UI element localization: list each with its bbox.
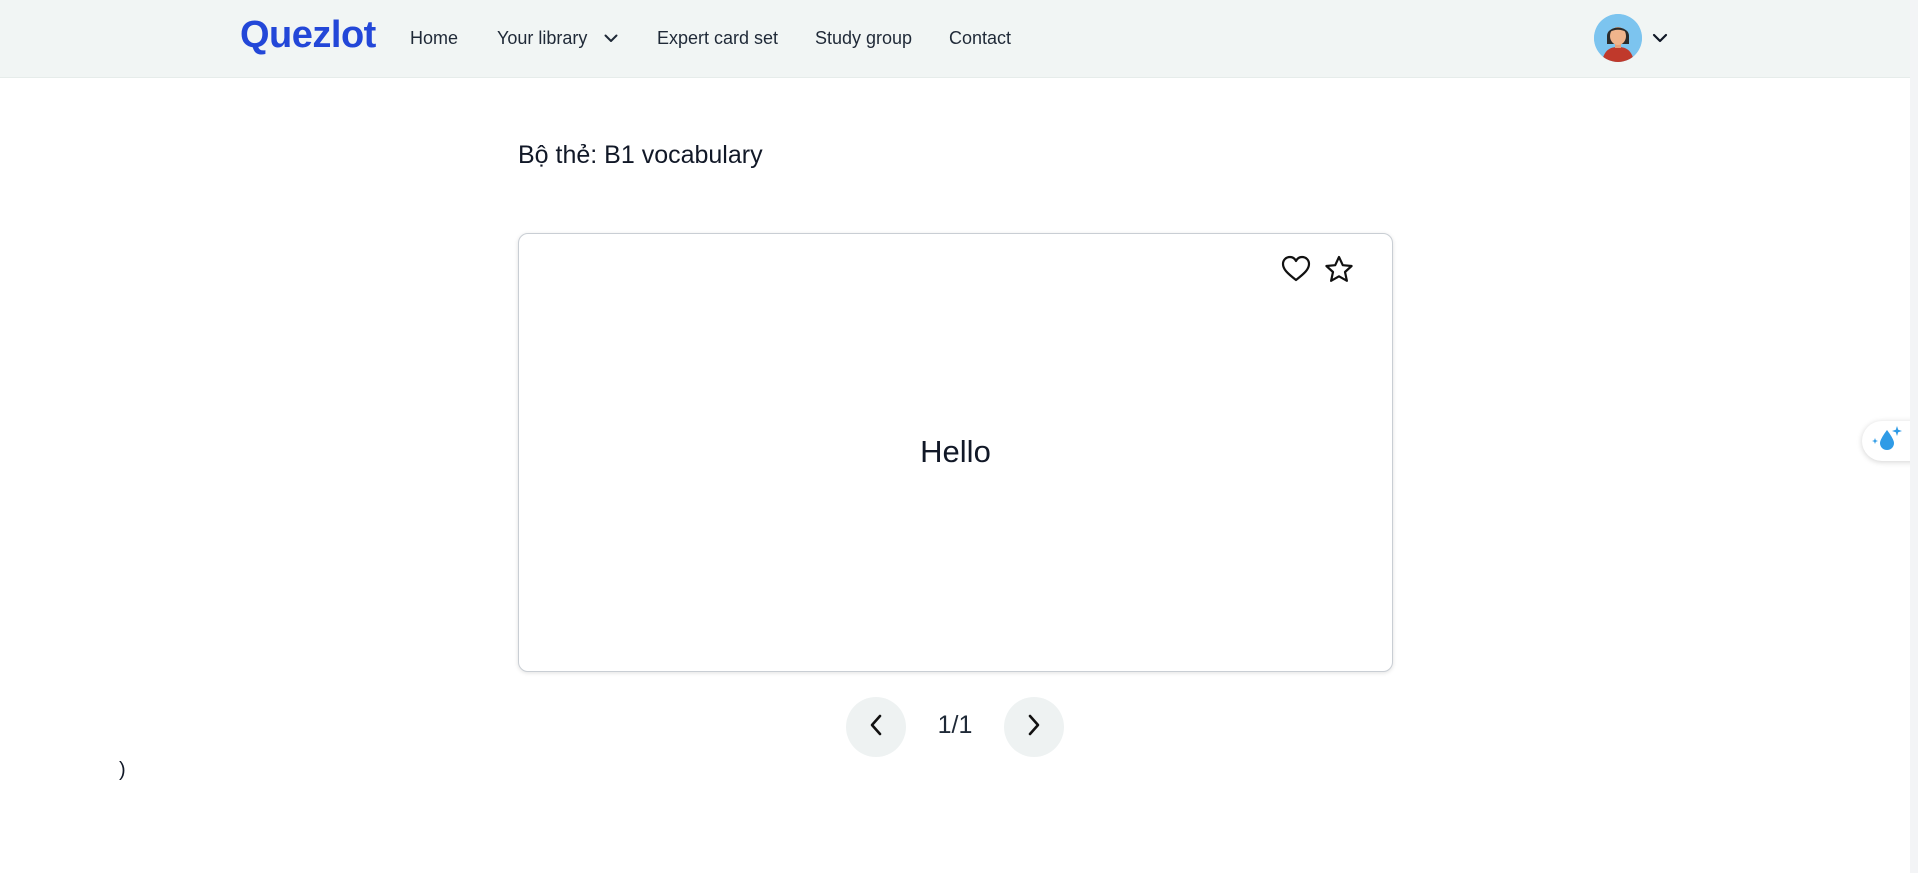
nav-study-group[interactable]: Study group	[815, 28, 912, 49]
flashcard[interactable]: Hello	[518, 233, 1393, 672]
chevron-left-icon	[869, 714, 883, 741]
nav-expert-card-set-label: Expert card set	[657, 28, 779, 48]
site-logo[interactable]: Quezlot	[240, 14, 376, 57]
chevron-down-icon	[604, 27, 618, 48]
nav-home-label: Home	[410, 28, 459, 48]
nav-contact-label: Contact	[949, 28, 1012, 48]
page-title: Bộ thẻ: B1 vocabulary	[518, 141, 763, 169]
previous-card-button[interactable]	[846, 697, 906, 757]
nav-expert-card-set[interactable]: Expert card set	[657, 28, 778, 49]
stray-text: )	[119, 759, 126, 781]
top-navbar: Quezlot Home Your library Expert card se…	[0, 0, 1910, 78]
nav-your-library-label: Your library	[497, 28, 588, 48]
scrollbar-track[interactable]	[1910, 0, 1918, 873]
chevron-right-icon	[1027, 714, 1041, 741]
star-icon[interactable]	[1324, 255, 1354, 288]
nav-your-library[interactable]: Your library	[497, 28, 618, 50]
card-counter: 1/1	[937, 711, 973, 739]
heart-icon[interactable]	[1281, 255, 1311, 288]
account-menu-chevron-icon[interactable]	[1652, 30, 1668, 48]
avatar-icon	[1594, 14, 1642, 62]
nav-study-group-label: Study group	[815, 28, 913, 48]
card-front-text: Hello	[920, 434, 991, 469]
next-card-button[interactable]	[1004, 697, 1064, 757]
nav-home[interactable]: Home	[410, 28, 458, 49]
nav-contact[interactable]: Contact	[949, 28, 1011, 49]
avatar[interactable]	[1594, 14, 1642, 62]
sparkle-droplet-icon	[1870, 424, 1904, 459]
